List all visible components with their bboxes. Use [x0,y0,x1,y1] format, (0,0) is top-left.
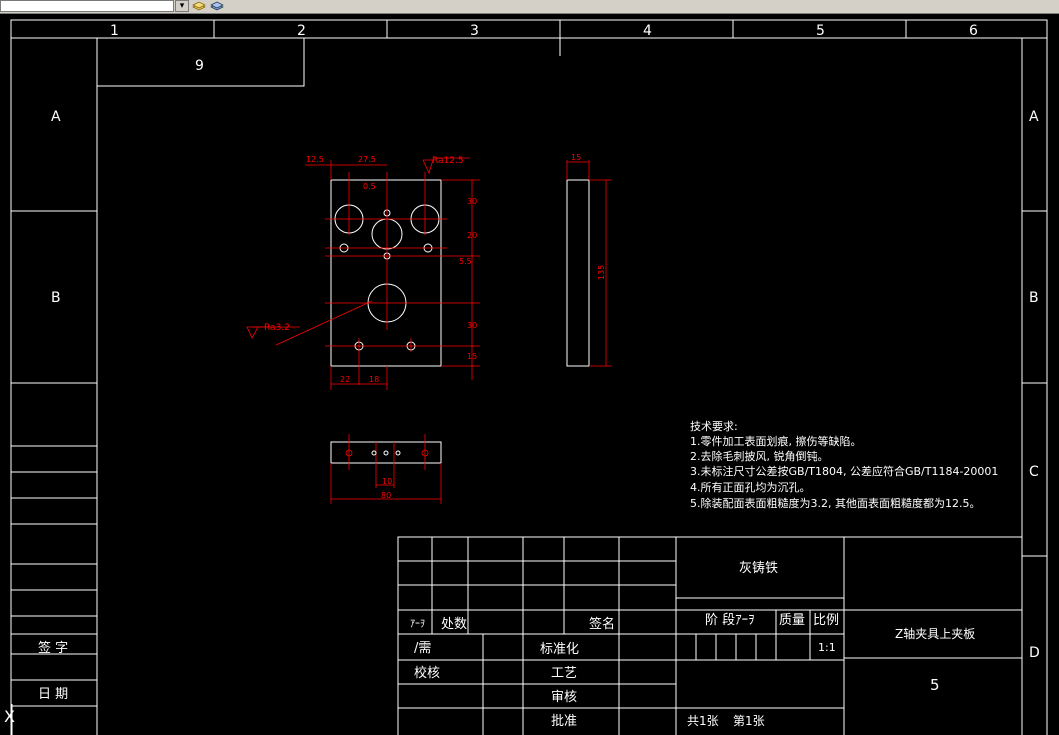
zone-col-6: 6 [969,23,978,39]
dim-side-thickness: 15 [571,153,581,162]
dim-30-bot: 30 [467,321,477,330]
roughness-left: Ra3.2 [264,323,290,333]
zone-row-c-right: C [1029,464,1039,480]
chevron-down-icon[interactable]: ▾ [175,0,189,12]
zone-col-2: 2 [297,23,306,39]
zone-row-a-left: A [51,109,61,125]
tech-item-2: 2.去除毛刺披风, 锐角倒钝。 [690,449,829,463]
zone-col-1: 1 [110,23,119,39]
side-sign-label: 签 字 [38,640,68,656]
label-process: 工艺 [551,666,577,681]
dim-12-5: 12.5 [306,155,324,164]
label-mass: 质量 [779,613,805,628]
ucs-icon: X [4,704,15,735]
label-review: 审核 [551,690,577,705]
tech-item-1: 1.零件加工表面划痕, 擦伤等缺陷。 [690,434,862,448]
zone-row-a-right: A [1029,109,1039,125]
side-view: 15 135 [566,153,612,367]
label-approve: 批准 [551,714,577,729]
layer-combo[interactable] [0,0,174,12]
dim-22: 22 [340,375,350,384]
sheet-number: 第1张 [733,714,765,728]
layers-icon[interactable] [192,1,206,11]
dim-18: 18 [369,375,379,384]
label-scale: 比例 [813,613,839,628]
cad-drawing[interactable]: 1 2 3 4 5 6 A B A B C D 9 签 字 日 期 12.5 2… [0,13,1059,735]
label-check: 校核 [414,665,440,681]
dim-side-height: 135 [597,265,606,280]
stack-icon[interactable] [210,1,224,11]
label-standard: 标准化 [540,642,579,657]
label-count: 处数 [441,617,467,632]
toolbar: ▾ [0,0,1059,14]
tech-item-4: 4.所有正面孔均为沉孔。 [690,480,811,494]
dim-27-5: 27.5 [358,155,376,164]
front-view-dimensions [246,157,480,390]
label-design: /需 [414,641,431,656]
zone-col-3: 3 [470,23,479,39]
dim-bottom-80: 80 [381,491,391,500]
dim-30-top: 30 [467,197,477,206]
label-sign: 签名 [589,616,615,632]
tech-item-5: 5.除装配面表面粗糙度为3.2, 其他面表面粗糙度都为12.5。 [690,496,980,510]
svg-text:X: X [4,707,15,726]
front-view [330,179,442,367]
scale-value: 1:1 [818,641,836,654]
corner-number: 9 [195,58,204,74]
roughness-top: Ra12.5 [432,156,464,166]
label-stage: 阶 段ｱｰｦ [705,613,755,628]
dim-0-5: 0.5 [363,182,376,191]
drawing-number: 5 [930,676,940,694]
side-date-label: 日 期 [38,687,68,702]
material: 灰铸铁 [739,560,778,576]
dim-20: 20 [467,231,477,240]
zone-col-5: 5 [816,23,825,39]
part-name: Z轴夹具上夹板 [895,626,975,641]
tech-item-3: 3.未标注尺寸公差按GB/T1804, 公差应符合GB/T1184-20001 [690,464,998,478]
dim-5-5: 5.5 [459,257,472,266]
dim-bottom-10: 10 [382,477,392,486]
tech-title: 技术要求: [690,420,738,433]
drawing-frame [10,19,1048,735]
zone-row-b-left: B [51,290,61,306]
zone-row-b-right: B [1029,290,1039,306]
zone-col-4: 4 [643,23,652,39]
zone-row-d-right: D [1029,645,1040,661]
tech-requirements: 技术要求: 1.零件加工表面划痕, 擦伤等缺陷。 2.去除毛刺披风, 锐角倒钝。… [690,420,998,510]
sheet-count: 共1张 [687,714,719,728]
bottom-view: 10 80 [330,434,442,504]
label-mark: ｱｰｦ [410,619,425,630]
dim-15: 15 [467,352,477,361]
